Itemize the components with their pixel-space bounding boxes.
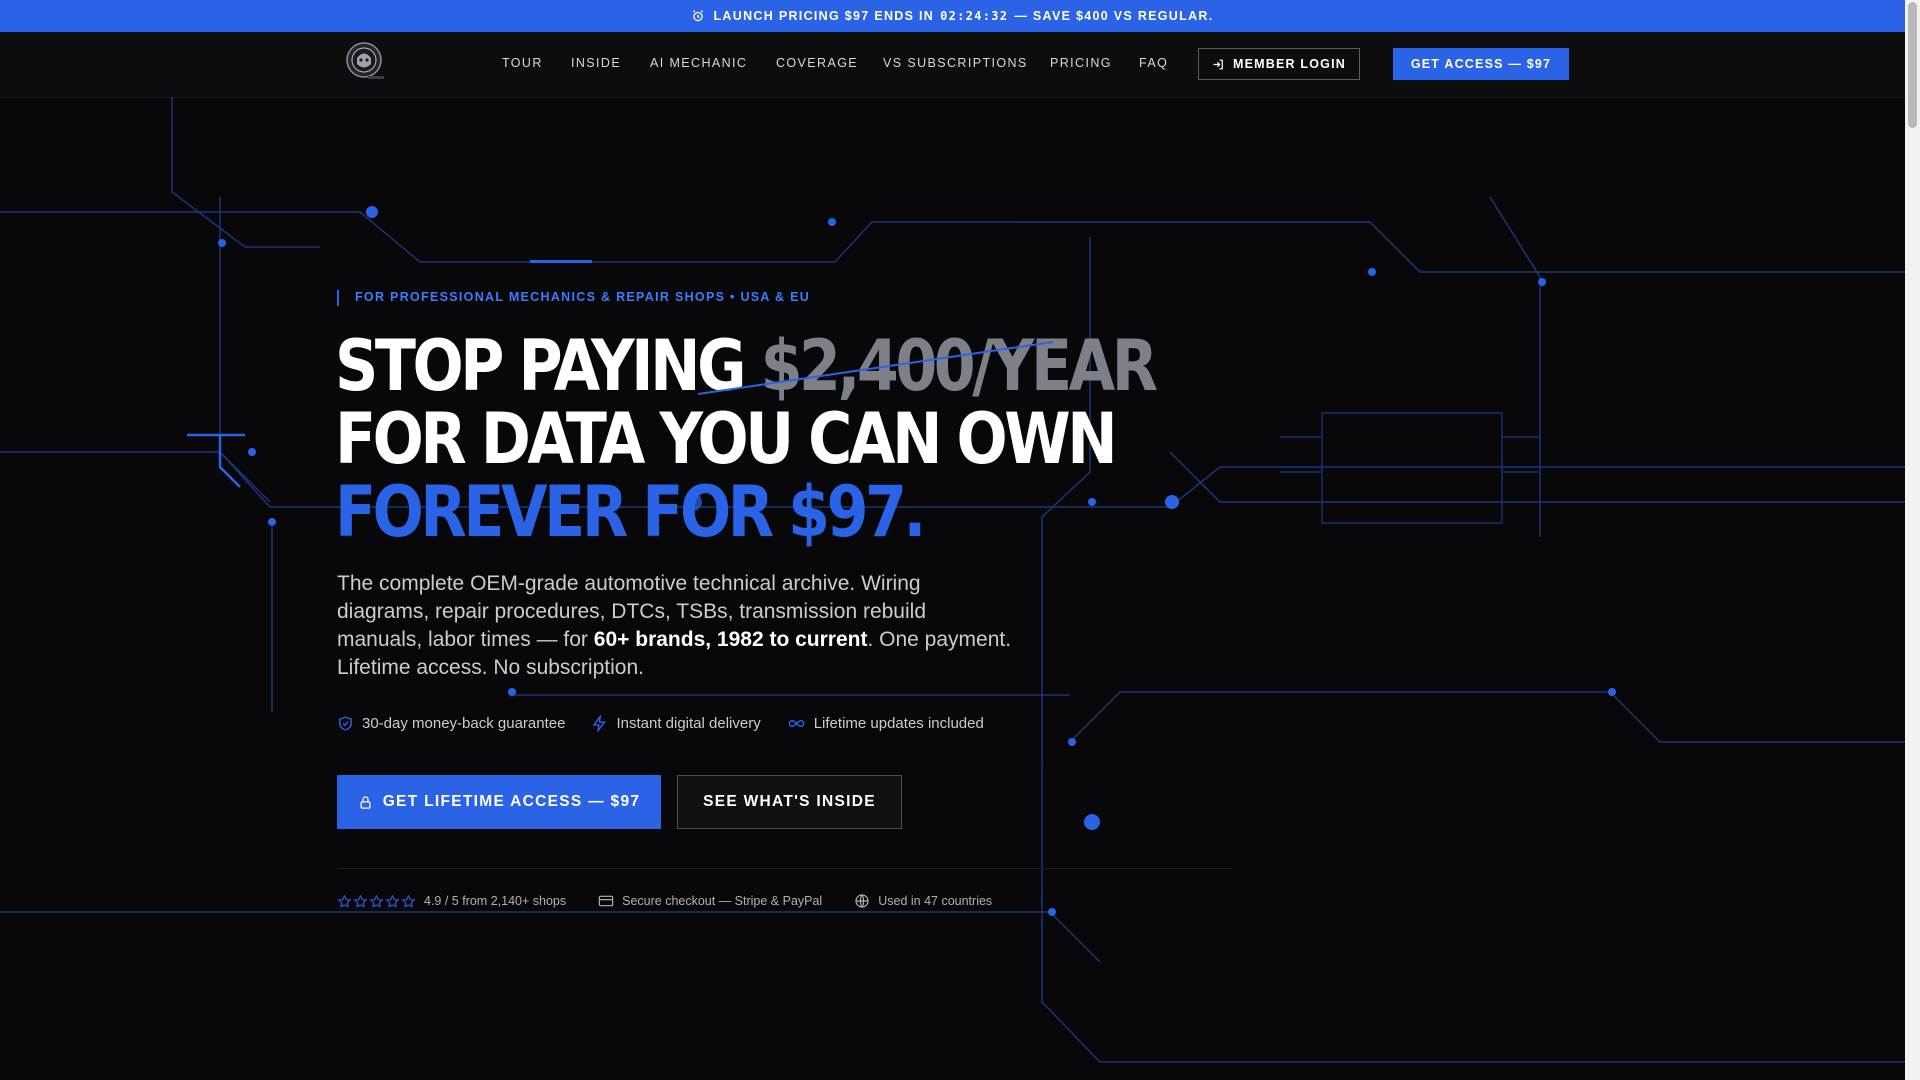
hero-description: The complete OEM-grade automotive techni…	[337, 570, 1017, 682]
shield-check-icon	[339, 716, 352, 731]
brand-logo[interactable]	[344, 40, 390, 86]
page-scrollbar[interactable]	[1905, 0, 1920, 1080]
scrollbar-thumb[interactable]	[1908, 2, 1917, 128]
member-login-button[interactable]: MEMBER LOGIN	[1198, 48, 1360, 80]
feature-label: Lifetime updates included	[813, 715, 984, 732]
nav-link-vs-subscriptions[interactable]: VS SUBSCRIPTIONS	[883, 56, 1028, 70]
get-access-button[interactable]: GET ACCESS — $97	[1393, 48, 1569, 80]
infinity-icon	[788, 719, 805, 728]
countries: Used in 47 countries	[854, 893, 992, 909]
feature-item: Instant digital delivery	[591, 715, 761, 732]
feature-item: Lifetime updates included	[787, 715, 984, 732]
countdown-timer: 02:24:32	[940, 9, 1009, 23]
login-icon	[1213, 59, 1223, 69]
nav-link-tour[interactable]: TOUR	[502, 56, 543, 70]
star-icon	[401, 894, 416, 908]
feature-item: 30-day money-back guarantee	[337, 715, 565, 732]
hero-eyebrow: FOR PROFESSIONAL MECHANICS & REPAIR SHOP…	[337, 290, 810, 306]
feature-label: 30-day money-back guarantee	[362, 715, 566, 732]
alarm-clock-icon	[693, 10, 704, 22]
credit-card-icon	[598, 895, 614, 907]
globe-icon	[855, 894, 869, 908]
star-icon	[337, 894, 352, 908]
star-icon	[385, 894, 400, 908]
divider	[337, 868, 1232, 869]
lock-icon	[360, 795, 371, 809]
member-login-label: MEMBER LOGIN	[1232, 57, 1346, 71]
feature-list: 30-day money-back guarantee Instant digi…	[337, 715, 984, 732]
countries-text: Used in 47 countries	[878, 894, 993, 908]
feature-label: Instant digital delivery	[616, 715, 761, 732]
headline-line-2: FOR DATA YOU CAN OWN	[335, 398, 1118, 480]
strikethrough-line	[698, 341, 1054, 395]
nav-link-ai-mechanic[interactable]: AI MECHANIC	[650, 56, 747, 70]
promo-prefix: LAUNCH PRICING $97 ENDS IN	[713, 9, 935, 23]
see-whats-inside-button[interactable]: SEE WHAT'S INSIDE	[677, 775, 902, 829]
trust-bar: 4.9 / 5 from 2,140+ shops Secure checkou…	[337, 893, 992, 909]
headline-line-3: FOREVER FOR $97.	[335, 471, 926, 553]
nav-link-coverage[interactable]: COVERAGE	[776, 56, 858, 70]
secure-checkout: Secure checkout — Stripe & PayPal	[598, 894, 822, 908]
star-icon	[353, 894, 368, 908]
nav-link-pricing[interactable]: PRICING	[1050, 56, 1112, 70]
get-lifetime-access-button[interactable]: GET LIFETIME ACCESS — $97	[337, 775, 661, 829]
rating-text: 4.9 / 5 from 2,140+ shops	[424, 894, 567, 908]
star-rating	[337, 894, 416, 909]
nav-link-inside[interactable]: INSIDE	[571, 56, 621, 70]
cta-primary-label: GET LIFETIME ACCESS — $97	[382, 793, 641, 810]
lightning-icon	[592, 715, 607, 732]
promo-suffix: — SAVE $400 VS REGULAR.	[1014, 9, 1214, 23]
nav-link-faq[interactable]: FAQ	[1139, 56, 1168, 70]
checkout-text: Secure checkout — Stripe & PayPal	[622, 894, 823, 908]
description-highlight: 60+ brands, 1982 to current	[593, 628, 868, 651]
rating: 4.9 / 5 from 2,140+ shops	[337, 894, 566, 909]
star-icon	[369, 894, 384, 908]
headline-prefix: STOP PAYING	[335, 325, 747, 407]
promo-banner: LAUNCH PRICING $97 ENDS IN 02:24:32 — SA…	[0, 0, 1905, 32]
top-navigation: TOUR INSIDE AI MECHANIC COVERAGE VS SUBS…	[0, 32, 1905, 98]
